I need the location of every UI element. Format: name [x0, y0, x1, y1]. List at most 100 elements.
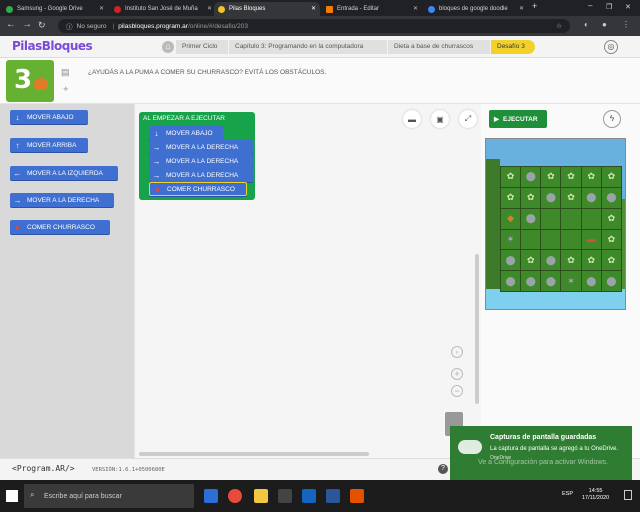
- forward-icon[interactable]: →: [22, 19, 32, 31]
- programar-logo[interactable]: <Program.AR/>: [12, 464, 75, 473]
- google-icon: [428, 5, 435, 13]
- zoom-out-icon[interactable]: −: [451, 385, 463, 397]
- browser-tab[interactable]: Samsung - Google Drive ✕: [2, 2, 108, 16]
- steak-icon: ●: [155, 184, 160, 194]
- grid-cell-plant: ✿: [601, 167, 621, 187]
- grid-cell-plant: ✿: [501, 187, 521, 208]
- arrow-right-icon: →: [152, 156, 161, 166]
- browser-tab[interactable]: Instituto San José de Muña ✕: [110, 2, 216, 16]
- pilasbloques-logo[interactable]: PilasBloques: [12, 39, 93, 53]
- close-icon[interactable]: ✕: [519, 5, 524, 12]
- url-field[interactable]: ⓘ No seguro | pilasbloques.program.ar/on…: [58, 19, 570, 33]
- book-icon[interactable]: ▤: [61, 67, 70, 78]
- mail-icon[interactable]: [302, 489, 316, 503]
- program-block-eat-steak[interactable]: ● COMER CHURRASCO: [149, 182, 247, 196]
- extensions-icon[interactable]: ◐: [584, 19, 589, 31]
- profile-icon[interactable]: ●: [602, 19, 607, 31]
- chrome-icon[interactable]: [228, 489, 242, 503]
- grid-cell-rock: ⬤: [541, 250, 561, 271]
- close-icon[interactable]: ✕: [311, 5, 316, 12]
- back-icon[interactable]: ←: [6, 19, 16, 31]
- steak-icon: ●: [15, 222, 20, 232]
- save-icon[interactable]: ▣: [431, 110, 449, 128]
- block-move-right[interactable]: → MOVER A LA DERECHA: [10, 193, 114, 207]
- home-icon[interactable]: ⌂: [162, 41, 174, 53]
- help-icon[interactable]: ?: [438, 464, 448, 474]
- explorer-icon[interactable]: [254, 489, 268, 503]
- browser-tab[interactable]: Entrada - Editar ✕: [322, 2, 422, 16]
- grid-cell-empty: [561, 229, 581, 250]
- challenge-number: 3: [14, 65, 33, 95]
- event-block-on-start[interactable]: AL EMPEZAR A EJECUTAR ↓ MOVER ABAJO → MOVE…: [139, 112, 255, 200]
- grid-cell-rock: ⬤: [521, 167, 541, 187]
- store-icon[interactable]: [278, 489, 292, 503]
- site-icon: [114, 5, 121, 13]
- taskbar-search[interactable]: ⌕ Escribe aquí para buscar: [24, 484, 194, 508]
- grid-cell-plant: ✿: [521, 250, 541, 271]
- fullscreen-icon[interactable]: ⤢: [459, 110, 477, 128]
- toast-body: La captura de pantalla se agregó a tu On…: [490, 446, 619, 452]
- lightbulb-icon[interactable]: ✦: [62, 84, 70, 95]
- program-block-move-right[interactable]: → MOVER A LA DERECHA: [149, 154, 253, 168]
- close-icon[interactable]: ✕: [99, 5, 104, 12]
- horizontal-scrollbar[interactable]: [139, 452, 369, 456]
- clock[interactable]: 14:55 17/11/2020: [582, 488, 609, 502]
- grid-cell-empty: [521, 229, 541, 250]
- grid-cell-rock: ⬤: [601, 187, 621, 208]
- folder-icon[interactable]: ▬: [403, 110, 421, 128]
- workspace[interactable]: AL EMPEZAR A EJECUTAR ↓ MOVER ABAJO → MOVE…: [134, 104, 481, 458]
- vertical-scrollbar[interactable]: [475, 254, 479, 404]
- breadcrumb-chapter[interactable]: Capítulo 3: Programando en la computador…: [229, 40, 387, 54]
- security-label: No seguro: [76, 22, 107, 30]
- reload-icon[interactable]: ↻: [38, 19, 46, 31]
- close-icon[interactable]: ✕: [207, 5, 212, 12]
- block-move-left[interactable]: ← MOVER A LA IZQUIERDA: [10, 166, 118, 180]
- turbo-icon[interactable]: ϟ: [603, 110, 621, 128]
- water: [486, 289, 625, 309]
- event-label: AL EMPEZAR A EJECUTAR: [143, 115, 225, 122]
- star-icon[interactable]: ☆: [556, 22, 562, 30]
- grid-cell-weed: ✶: [561, 271, 581, 291]
- toast-title: Capturas de pantalla guardadas: [490, 434, 597, 441]
- notifications-icon[interactable]: [624, 490, 632, 500]
- grid-cell-empty: [541, 208, 561, 229]
- program-block-move-down[interactable]: ↓ MOVER ABAJO: [149, 126, 223, 140]
- block-move-up[interactable]: ↑ MOVER ARRIBA: [10, 138, 88, 152]
- language-indicator[interactable]: ESP: [562, 491, 573, 497]
- settings-icon[interactable]: ◎: [604, 40, 618, 54]
- grid-cell-rock: ⬤: [501, 250, 521, 271]
- grid-cell-rock: ⬤: [601, 271, 621, 291]
- windows-start-icon[interactable]: [6, 490, 18, 502]
- challenge-badge: 3: [6, 60, 54, 102]
- program-block-move-right[interactable]: → MOVER A LA DERECHA: [149, 140, 253, 154]
- restore-icon[interactable]: ❐: [606, 3, 612, 11]
- grid-cell-plant: ✿: [541, 167, 561, 187]
- photos-icon[interactable]: [350, 489, 364, 503]
- zoom-reset-icon[interactable]: ◦: [451, 346, 463, 358]
- grid-cell-plant: ✿: [561, 187, 581, 208]
- stage-panel: ▶ EJECUTAR ϟ ✿ ⬤ ✿ ✿ ✿ ✿ ✿ ✿ ⬤ ✿ ⬤ ⬤ ◆ ⬤ ✿ ✶ ▬ ✿ ⬤ ✿ ⬤ ✿ ✿ ✿ ⬤ ⬤ ⬤ ✶…: [481, 104, 640, 458]
- close-icon[interactable]: ✕: [413, 5, 418, 12]
- edge-icon[interactable]: [204, 489, 218, 503]
- program-block-move-right[interactable]: → MOVER A LA DERECHA: [149, 168, 253, 182]
- breadcrumb-current: Desafío 3: [491, 40, 535, 54]
- zoom-in-icon[interactable]: +: [451, 368, 463, 380]
- grid-cell-rock: ⬤: [501, 271, 521, 291]
- taskbar: ⌕ Escribe aquí para buscar ESP 14:55 17/…: [0, 480, 640, 512]
- menu-icon[interactable]: ⋮: [622, 19, 630, 31]
- new-tab-icon[interactable]: +: [532, 1, 537, 11]
- word-icon[interactable]: [326, 489, 340, 503]
- onedrive-toast[interactable]: Capturas de pantalla guardadas La captur…: [450, 426, 632, 486]
- puma-icon: [34, 78, 48, 90]
- block-move-down[interactable]: ↓ MOVER ABAJO: [10, 110, 88, 124]
- pilas-icon: [218, 5, 225, 13]
- run-button[interactable]: ▶ EJECUTAR: [489, 110, 547, 128]
- block-eat-steak[interactable]: ● COMER CHURRASCO: [10, 220, 110, 234]
- browser-tab[interactable]: bloques de google doodle ✕: [424, 2, 528, 16]
- grid-cell-weed: ✶: [501, 229, 521, 250]
- close-window-icon[interactable]: ✕: [625, 3, 631, 11]
- breadcrumb-level[interactable]: Primer Ciclo: [176, 40, 228, 54]
- browser-tab-active[interactable]: Pilas Bloques ✕: [214, 2, 320, 16]
- minimize-icon[interactable]: –: [588, 1, 592, 10]
- breadcrumb-challenge-group[interactable]: Dieta a base de churrascos: [388, 40, 490, 54]
